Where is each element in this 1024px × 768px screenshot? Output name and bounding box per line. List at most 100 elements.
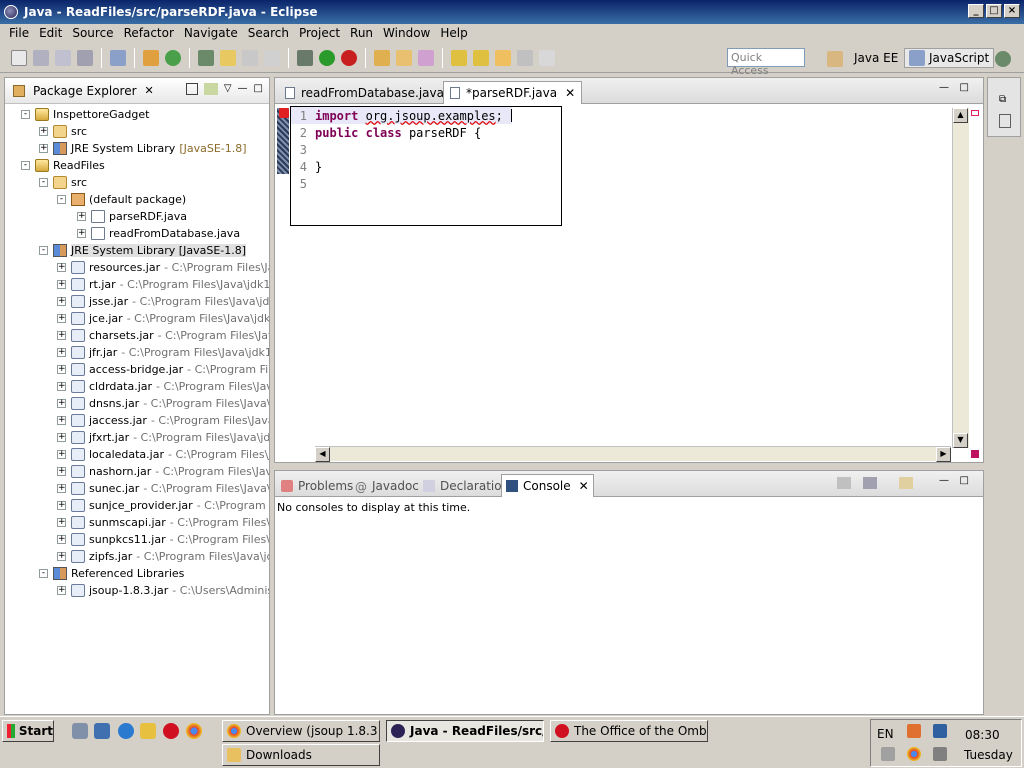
expand-toggle-icon[interactable]: + xyxy=(57,263,66,272)
expand-toggle-icon[interactable]: + xyxy=(77,212,86,221)
tree-item[interactable]: + resources.jar- C:\Program Files\Java xyxy=(5,259,269,276)
open-perspective-icon[interactable] xyxy=(827,51,843,67)
tree-item[interactable]: + sunpkcs11.jar- C:\Program Files\Jav xyxy=(5,531,269,548)
close-icon[interactable]: ✕ xyxy=(565,86,575,100)
tab-javadoc[interactable]: @ Javadoc xyxy=(351,474,423,497)
perspective-javascript[interactable]: JavaScript xyxy=(904,48,995,68)
tree-item[interactable]: + jsse.jar - C:\Program Files\Java\jdk1 xyxy=(5,293,269,310)
close-icon[interactable]: ✕ xyxy=(145,84,154,97)
debug-perspective-icon[interactable] xyxy=(995,51,1011,67)
search-tools-icon[interactable] xyxy=(418,49,434,66)
quicklaunch-ie-icon[interactable] xyxy=(118,723,134,739)
tree-item[interactable]: - ReadFiles xyxy=(5,157,269,174)
maximize-icon[interactable]: □ xyxy=(254,83,263,95)
debug-icon[interactable] xyxy=(198,49,214,66)
quicklaunch-explorer-icon[interactable] xyxy=(72,723,88,739)
keyboard-icon[interactable] xyxy=(881,747,895,761)
minimize-icon[interactable]: — xyxy=(238,83,248,95)
task-opera[interactable]: The Office of the Ombud... xyxy=(550,720,708,742)
tree-item[interactable]: + nashorn.jar- C:\Program Files\Java\ xyxy=(5,463,269,480)
tab-console[interactable]: Console ✕ xyxy=(501,474,594,497)
tree-item[interactable]: - JRE System Library [JavaSE-1.8] xyxy=(5,242,269,259)
expand-toggle-icon[interactable]: + xyxy=(57,399,66,408)
show-whitespace-icon[interactable] xyxy=(264,49,280,66)
expand-toggle-icon[interactable]: + xyxy=(57,450,66,459)
expand-toggle-icon[interactable]: + xyxy=(57,484,66,493)
tree-item[interactable]: + jaccess.jar- C:\Program Files\Java\jd xyxy=(5,412,269,429)
collapse-toggle-icon[interactable]: - xyxy=(39,246,48,255)
expand-toggle-icon[interactable]: + xyxy=(57,297,66,306)
expand-toggle-icon[interactable]: + xyxy=(57,552,66,561)
last-edit-icon[interactable] xyxy=(495,49,511,66)
tree-item[interactable]: + sunmscapi.jar- C:\Program Files\Jav xyxy=(5,514,269,531)
task-chrome[interactable]: Overview (jsoup 1.8.3 A... xyxy=(222,720,380,742)
horizontal-scrollbar[interactable]: ◀ ▶ xyxy=(315,446,951,462)
expand-toggle-icon[interactable]: + xyxy=(57,518,66,527)
expand-toggle-icon[interactable]: + xyxy=(39,144,48,153)
menu-source[interactable]: Source xyxy=(67,26,118,40)
expand-toggle-icon[interactable]: + xyxy=(57,314,66,323)
scroll-right-button[interactable]: ▶ xyxy=(936,447,951,462)
maximize-button[interactable]: □ xyxy=(986,4,1002,18)
expand-toggle-icon[interactable]: + xyxy=(57,433,66,442)
external-tools-icon[interactable] xyxy=(341,49,357,66)
tray-app-icon[interactable] xyxy=(907,724,921,738)
tab-problems[interactable]: Problems xyxy=(277,474,357,497)
debug-run-icon[interactable] xyxy=(297,49,313,66)
collapse-toggle-icon[interactable]: - xyxy=(39,178,48,187)
expand-toggle-icon[interactable]: + xyxy=(57,467,66,476)
toggle-breakpoint-icon[interactable] xyxy=(110,49,126,66)
tab-parserdf[interactable]: *parseRDF.java ✕ xyxy=(443,81,583,104)
volume-muted-icon[interactable] xyxy=(933,747,947,761)
tree-item[interactable]: + jfxrt.jar - C:\Program Files\Java\jdk1 xyxy=(5,429,269,446)
tree-item[interactable]: - src xyxy=(5,174,269,191)
new-icon[interactable] xyxy=(11,49,27,66)
package-explorer-tab[interactable]: Package Explorer ✕ ▽ — □ xyxy=(5,78,269,104)
minimize-icon[interactable]: — xyxy=(939,475,949,486)
code-editor[interactable]: 1 import org.jsoup.examples ; 2 public c… xyxy=(275,106,983,462)
expand-toggle-icon[interactable]: + xyxy=(77,229,86,238)
tree-item[interactable]: + jfr.jar - C:\Program Files\Java\jdk1.8 xyxy=(5,344,269,361)
previous-annotation-icon[interactable] xyxy=(473,49,489,66)
task-eclipse[interactable]: Java - ReadFiles/src/... xyxy=(386,720,544,742)
quicklaunch-chrome-icon[interactable] xyxy=(186,723,202,739)
expand-toggle-icon[interactable]: + xyxy=(57,280,66,289)
expand-toggle-icon[interactable]: + xyxy=(57,501,66,510)
pin-console-icon[interactable] xyxy=(837,477,851,489)
open-type-icon[interactable] xyxy=(374,49,390,66)
print-icon[interactable] xyxy=(77,49,93,66)
network-icon[interactable] xyxy=(933,724,947,738)
new-package-icon[interactable] xyxy=(165,49,181,66)
perspective-java-ee[interactable]: Java EE xyxy=(846,48,898,68)
save-all-icon[interactable] xyxy=(55,49,71,66)
menu-project[interactable]: Project xyxy=(294,26,345,40)
task-downloads[interactable]: Downloads xyxy=(222,744,380,766)
quick-access-input[interactable]: Quick Access xyxy=(727,48,805,77)
tree-item[interactable]: + rt.jar - C:\Program Files\Java\jdk1.8 xyxy=(5,276,269,293)
menu-file[interactable]: File xyxy=(4,26,34,40)
quicklaunch-desktop-icon[interactable] xyxy=(94,723,110,739)
tree-item[interactable]: + localedata.jar - C:\Program Files\Java\ xyxy=(5,446,269,463)
expand-toggle-icon[interactable]: + xyxy=(57,365,66,374)
tree-item[interactable]: + sunec.jar- C:\Program Files\Java\jdk xyxy=(5,480,269,497)
view-menu-icon[interactable]: ▽ xyxy=(224,83,232,95)
menu-help[interactable]: Help xyxy=(435,26,472,40)
collapse-toggle-icon[interactable]: - xyxy=(57,195,66,204)
tree-item[interactable]: + charsets.jar- C:\Program Files\Java\ xyxy=(5,327,269,344)
maximize-icon[interactable]: □ xyxy=(960,82,969,93)
language-indicator[interactable]: EN xyxy=(877,727,894,741)
tab-readfromdatabase[interactable]: readFromDatabase.java xyxy=(279,81,450,104)
collapse-toggle-icon[interactable]: - xyxy=(39,569,48,578)
menu-search[interactable]: Search xyxy=(243,26,294,40)
minimize-icon[interactable]: — xyxy=(939,82,949,93)
tree-item[interactable]: - Referenced Libraries xyxy=(5,565,269,582)
expand-toggle-icon[interactable]: + xyxy=(57,348,66,357)
collapse-toggle-icon[interactable]: - xyxy=(21,161,30,170)
open-console-icon[interactable] xyxy=(899,477,913,489)
scroll-down-button[interactable]: ▼ xyxy=(953,433,968,448)
tree-item[interactable]: + parseRDF.java xyxy=(5,208,269,225)
clock-time[interactable]: 08:30 xyxy=(965,728,1000,742)
tree-item[interactable]: + src xyxy=(5,123,269,140)
menu-refactor[interactable]: Refactor xyxy=(119,26,179,40)
tree-item[interactable]: + jce.jar- C:\Program Files\Java\jdk1.8 xyxy=(5,310,269,327)
